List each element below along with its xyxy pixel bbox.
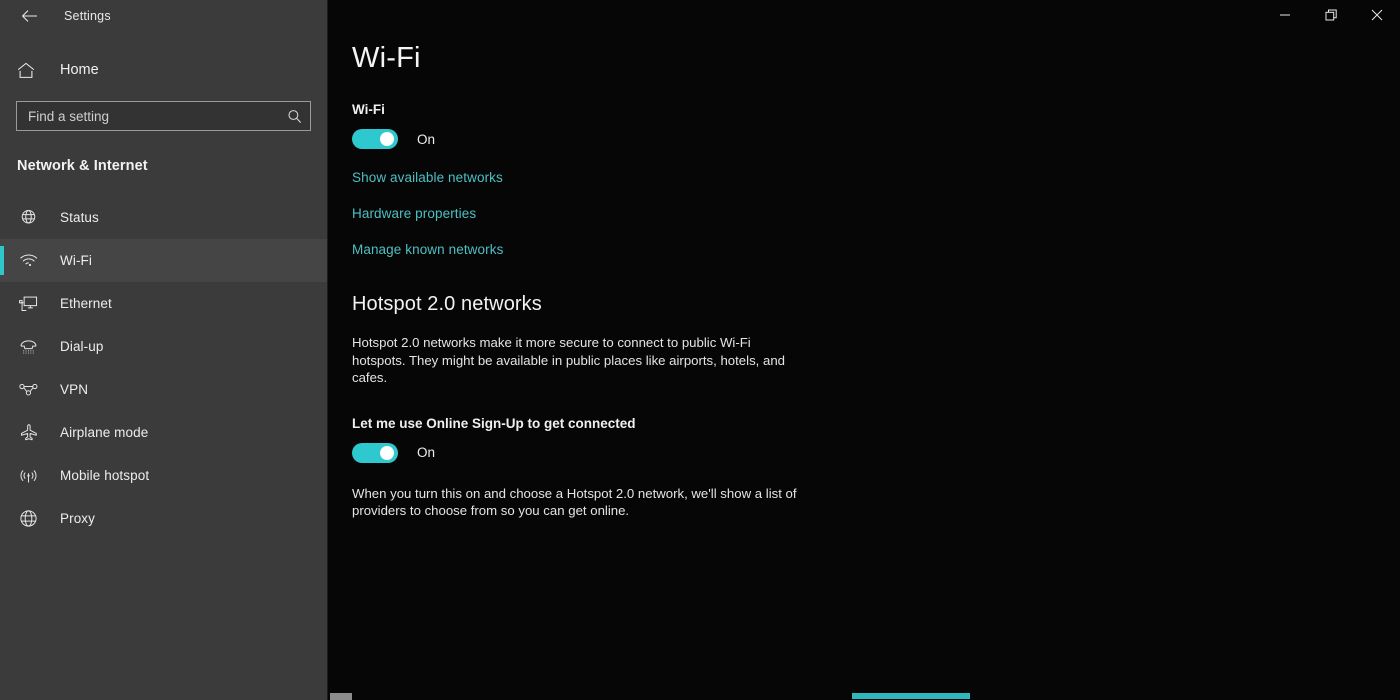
home-icon bbox=[17, 62, 39, 79]
hotspot-footnote: When you turn this on and choose a Hotsp… bbox=[352, 485, 797, 519]
sidebar-item-vpn-label: VPN bbox=[60, 382, 89, 397]
hotspot-toggle-row: On bbox=[352, 442, 1400, 463]
bottom-edge-artifact-right bbox=[852, 693, 970, 699]
wifi-icon bbox=[17, 250, 39, 272]
sidebar-item-dial-up-label: Dial-up bbox=[60, 339, 104, 354]
sidebar-item-home-label: Home bbox=[60, 62, 99, 78]
wifi-toggle-row: On bbox=[352, 129, 1400, 149]
sidebar-category-title: Network & Internet bbox=[17, 158, 148, 174]
sidebar-item-status-label: Status bbox=[60, 210, 99, 225]
hotspot-toggle-label: Let me use Online Sign-Up to get connect… bbox=[352, 415, 636, 431]
network-status-icon bbox=[17, 207, 39, 229]
sidebar-item-ethernet[interactable]: Ethernet bbox=[0, 282, 327, 325]
wifi-toggle[interactable] bbox=[352, 129, 398, 149]
bottom-edge-artifact-left bbox=[330, 693, 352, 700]
sidebar-item-wifi[interactable]: Wi-Fi bbox=[0, 239, 327, 282]
search-icon[interactable] bbox=[287, 109, 302, 124]
settings-content: Wi-Fi Wi-Fi On Show available networks H… bbox=[328, 0, 1400, 520]
mobile-hotspot-icon bbox=[17, 465, 39, 487]
sidebar-item-vpn[interactable]: VPN bbox=[0, 368, 327, 411]
wifi-toggle-state: On bbox=[417, 131, 436, 147]
sidebar-nav-list: Status Wi-Fi Ethernet Dial-up VPN Airpla… bbox=[0, 196, 327, 540]
page-title: Wi-Fi bbox=[352, 42, 421, 74]
hardware-properties-link[interactable]: Hardware properties bbox=[352, 206, 476, 221]
sidebar-item-proxy-label: Proxy bbox=[60, 511, 96, 526]
search-box[interactable] bbox=[16, 101, 311, 131]
toggle-knob bbox=[380, 132, 394, 146]
hotspot-section-heading: Hotspot 2.0 networks bbox=[352, 293, 542, 315]
sidebar-item-wifi-label: Wi-Fi bbox=[60, 253, 92, 268]
airplane-icon bbox=[17, 422, 39, 444]
hotspot-toggle-state: On bbox=[417, 445, 436, 460]
back-arrow-icon[interactable] bbox=[14, 3, 44, 29]
toggle-knob bbox=[380, 445, 394, 460]
title-bar: Settings bbox=[0, 0, 327, 32]
globe-proxy-icon bbox=[17, 508, 39, 530]
dialup-phone-icon bbox=[17, 336, 39, 358]
manage-known-networks-link[interactable]: Manage known networks bbox=[352, 242, 503, 257]
hotspot-description: Hotspot 2.0 networks make it more secure… bbox=[352, 335, 785, 385]
sidebar-item-mobile-hotspot-label: Mobile hotspot bbox=[60, 468, 150, 483]
selection-indicator bbox=[0, 246, 4, 275]
sidebar-item-home[interactable]: Home bbox=[0, 50, 327, 90]
search-input[interactable] bbox=[28, 108, 287, 124]
show-available-networks-link[interactable]: Show available networks bbox=[352, 170, 503, 185]
sidebar-item-ethernet-label: Ethernet bbox=[60, 296, 112, 311]
app-title: Settings bbox=[64, 9, 111, 23]
ethernet-icon bbox=[17, 293, 39, 315]
sidebar: Settings Home Network & Internet bbox=[0, 0, 328, 700]
sidebar-item-proxy[interactable]: Proxy bbox=[0, 497, 327, 540]
sidebar-item-status[interactable]: Status bbox=[0, 196, 327, 239]
vpn-icon bbox=[17, 379, 39, 401]
sidebar-item-mobile-hotspot[interactable]: Mobile hotspot bbox=[0, 454, 327, 497]
wifi-field-label: Wi-Fi bbox=[352, 102, 385, 117]
hotspot-toggle[interactable] bbox=[352, 442, 398, 463]
sidebar-item-airplane-mode[interactable]: Airplane mode bbox=[0, 411, 327, 454]
sidebar-item-dial-up[interactable]: Dial-up bbox=[0, 325, 327, 368]
sidebar-item-airplane-mode-label: Airplane mode bbox=[60, 425, 149, 440]
main-content: Wi-Fi Wi-Fi On Show available networks H… bbox=[328, 0, 1400, 700]
settings-window: Settings Home Network & Internet bbox=[0, 0, 1400, 700]
